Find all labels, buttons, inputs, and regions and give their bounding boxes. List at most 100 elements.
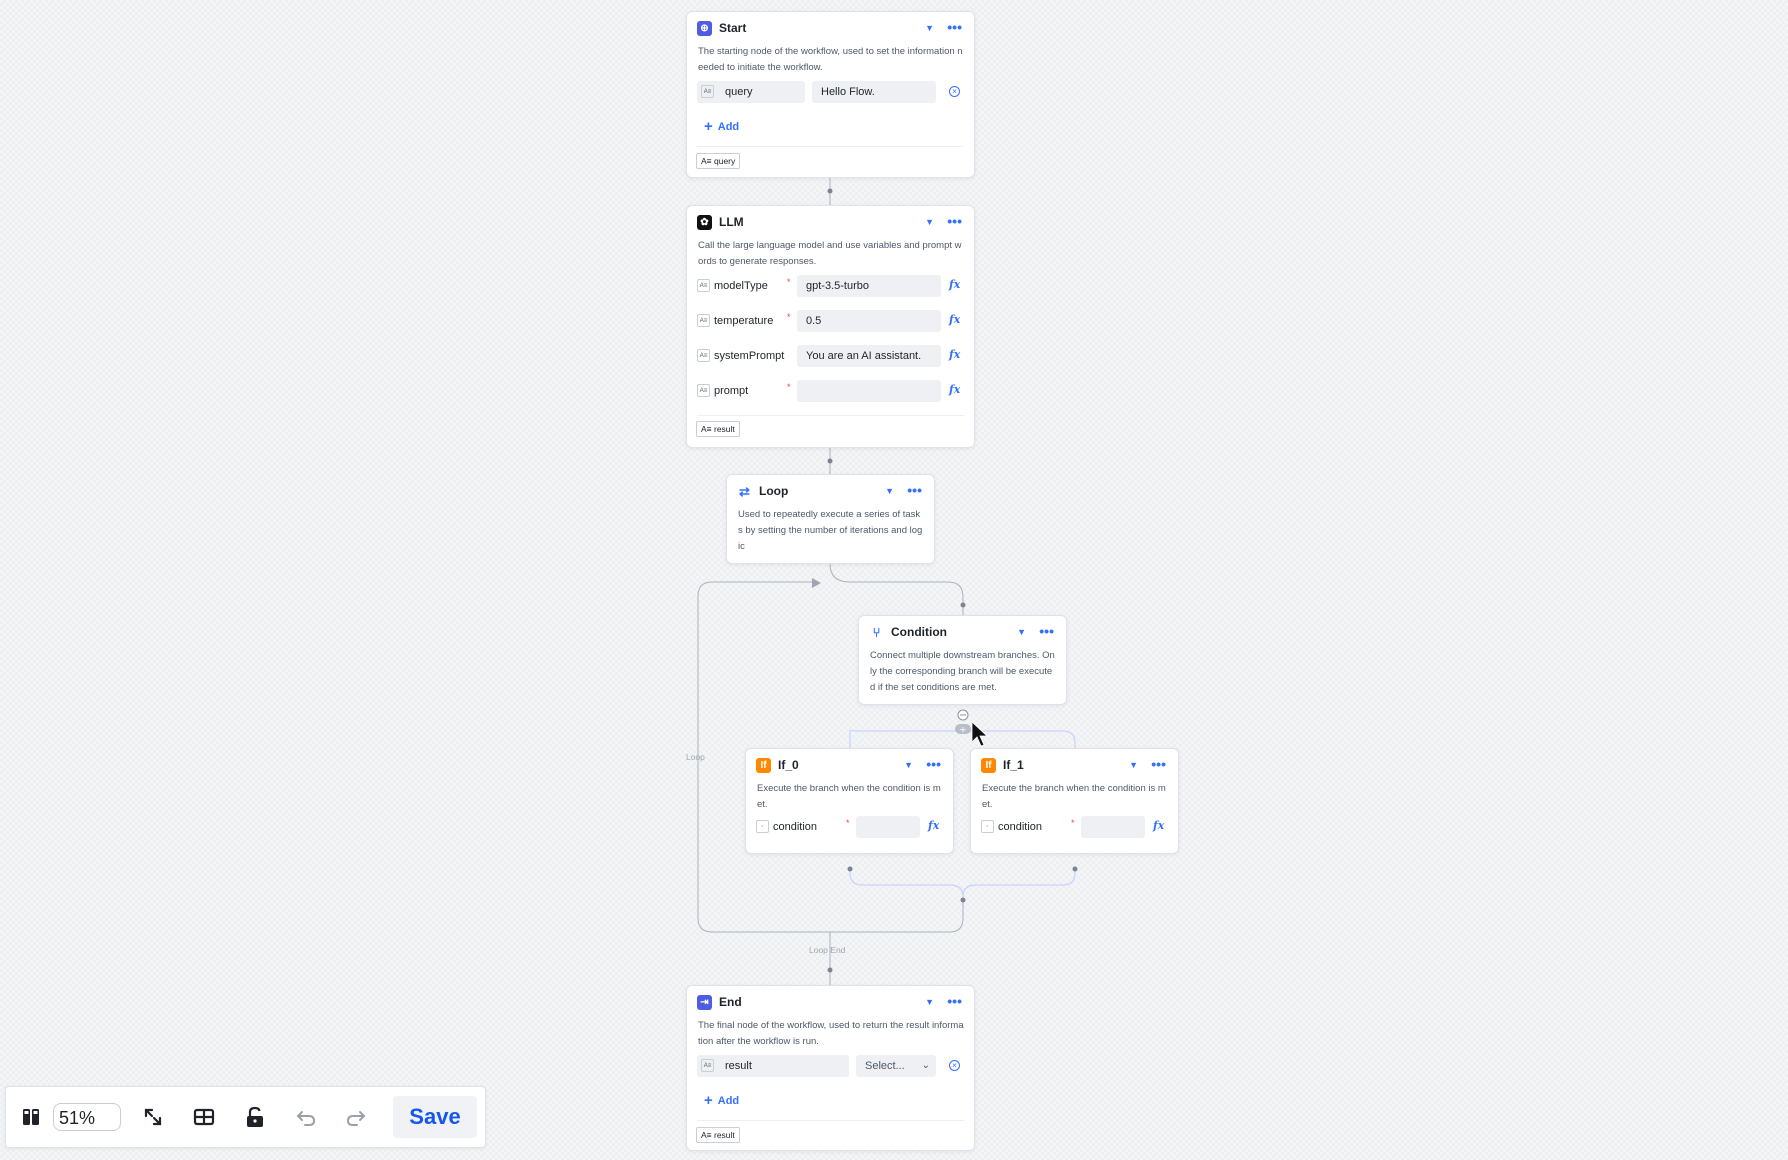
if0-condition-field[interactable] [856,816,920,838]
minimap-toggle-button[interactable] [17,1103,45,1131]
zoom-level-input[interactable]: 51% [53,1103,121,1131]
save-button[interactable]: Save [393,1096,477,1138]
text-variable-icon: A≡ [701,1059,714,1072]
mouse-cursor [971,721,989,747]
fx-icon[interactable]: fx [949,348,960,361]
llm-param-row: A≡ temperature * 0.5 fx [697,310,964,332]
fx-icon[interactable]: fx [949,278,960,291]
llm-description: Call the large language model and use va… [698,240,962,267]
divider [697,146,964,147]
end-output-tag: A≡ result [696,1127,740,1143]
if0-description: Execute the branch when the condition is… [757,783,941,810]
fit-view-button[interactable] [139,1103,167,1131]
if0-node[interactable]: If If_0 ▼ ••• Execute the branch when th… [745,748,954,854]
condition-description: Connect multiple downstream branches. On… [870,650,1055,693]
if-icon: If [756,758,771,773]
boolean-variable-icon: ◦ [981,820,994,833]
end-value-select[interactable]: Select... ⌄ [856,1055,936,1077]
fx-icon[interactable]: fx [928,819,939,832]
lock-button[interactable] [241,1103,269,1131]
llm-node[interactable]: ✿ LLM ▼ ••• Call the large language mode… [686,205,975,448]
start-output-tag: A≡ query [696,153,741,169]
unlock-icon [247,1106,263,1127]
collapse-chevron-icon[interactable]: ▼ [1129,760,1138,770]
loop-title: Loop [759,484,789,498]
system-prompt-field[interactable]: You are an AI assistant. [797,345,941,367]
if1-condition-field[interactable] [1081,816,1145,838]
if0-title: If_0 [778,758,799,772]
end-node[interactable]: ⇥ End ▼ ••• The final node of the workfl… [686,985,975,1151]
divider [697,415,964,416]
loop-node[interactable]: ⇄ Loop ▼ ••• Used to repeatedly execute … [726,474,935,564]
text-variable-icon: A≡ [701,85,714,98]
redo-icon [346,1111,365,1126]
fx-icon[interactable]: fx [949,383,960,396]
redo-button[interactable] [342,1103,370,1131]
collapse-chevron-icon[interactable]: ▼ [1017,627,1026,637]
loop-description: Used to repeatedly execute a series of t… [738,509,923,552]
condition-title: Condition [891,625,947,639]
text-variable-icon: A≡ [697,314,710,327]
chevron-down-icon: ⌄ [921,1060,930,1071]
text-variable-icon: A≡ [697,384,710,397]
text-variable-icon: A≡ [697,279,710,292]
undo-button[interactable] [292,1103,320,1131]
branch-icon: ⑂ [872,625,881,640]
remove-variable-icon[interactable]: × [949,1060,960,1071]
llm-title: LLM [719,215,744,229]
remove-variable-icon[interactable]: × [949,86,960,97]
minimap-icon [23,1109,39,1125]
divider [697,1120,964,1121]
more-options-icon[interactable]: ••• [1039,623,1054,639]
fx-icon[interactable]: fx [1153,819,1164,832]
end-icon: ⇥ [697,995,712,1010]
start-input-name-field[interactable]: A≡ query [697,81,805,103]
layout-icon [193,1108,215,1126]
loop-end-label: Loop End [809,945,846,955]
collapse-chevron-icon[interactable]: ▼ [925,997,934,1007]
llm-param-row: A≡ systemPrompt You are an AI assistant.… [697,345,964,367]
more-options-icon[interactable]: ••• [947,19,962,35]
plus-icon: + [704,118,713,135]
end-add-button[interactable]: + Add [704,1092,739,1109]
plus-icon: + [704,1092,713,1109]
llm-output-tag: A≡ result [696,421,740,437]
condition-node[interactable]: ⑂ Condition ▼ ••• Connect multiple downs… [858,615,1067,705]
canvas-toolbar: 51% Save [5,1086,486,1148]
openai-icon: ✿ [697,215,712,230]
collapse-chevron-icon[interactable]: ▼ [925,217,934,227]
more-options-icon[interactable]: ••• [907,482,922,498]
start-node[interactable]: ⊕ Start ▼ ••• The starting node of the w… [686,11,975,178]
model-type-field[interactable]: gpt-3.5-turbo [797,275,941,297]
end-title: End [719,995,742,1009]
llm-param-row: A≡ prompt * fx [697,380,964,402]
expand-icon [144,1108,162,1126]
if0-param-row: ◦ condition * fx [756,816,943,838]
if1-node[interactable]: If If_1 ▼ ••• Execute the branch when th… [970,748,1179,854]
more-options-icon[interactable]: ••• [947,993,962,1009]
more-options-icon[interactable]: ••• [1151,756,1166,772]
auto-layout-button[interactable] [190,1103,218,1131]
loop-edge-label: Loop [686,752,705,762]
svg-text:+: + [959,726,967,736]
start-input-value-field[interactable]: Hello Flow. [812,81,936,103]
prompt-field[interactable] [797,380,941,402]
end-description: The final node of the workflow, used to … [698,1020,964,1047]
if1-description: Execute the branch when the condition is… [982,783,1166,810]
if-icon: If [981,758,996,773]
end-output-name-field[interactable]: A≡ result [697,1055,849,1077]
if1-param-row: ◦ condition * fx [981,816,1168,838]
collapse-chevron-icon[interactable]: ▼ [925,23,934,33]
temperature-field[interactable]: 0.5 [797,310,941,332]
if1-title: If_1 [1003,758,1024,772]
collapse-chevron-icon[interactable]: ▼ [904,760,913,770]
collapse-chevron-icon[interactable]: ▼ [885,486,894,496]
fx-icon[interactable]: fx [949,313,960,326]
text-variable-icon: A≡ [697,349,710,362]
start-add-button[interactable]: + Add [704,118,739,135]
boolean-variable-icon: ◦ [756,820,769,833]
undo-icon [297,1111,316,1126]
more-options-icon[interactable]: ••• [947,213,962,229]
more-options-icon[interactable]: ••• [926,756,941,772]
loop-icon: ⇄ [739,484,750,499]
